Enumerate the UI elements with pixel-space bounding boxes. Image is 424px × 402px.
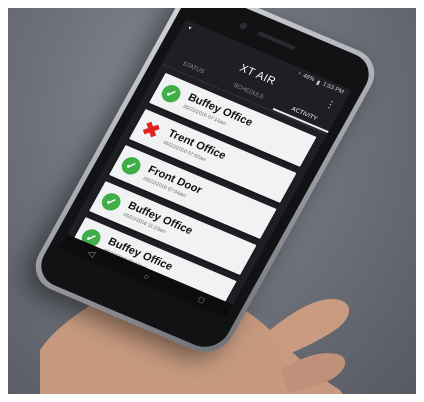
check-circle-icon: ✓	[118, 154, 144, 178]
photo-scene: ▾ ◔ 46% ▮ 1:53 PM XT AIR ⋮ STATUS SCHEDU…	[0, 0, 424, 402]
front-camera	[238, 21, 249, 31]
signal-icon: ▾	[186, 25, 193, 32]
wifi-icon: ◔	[295, 70, 302, 78]
check-circle-icon: ✓	[158, 82, 184, 106]
back-icon[interactable]: ◁	[85, 247, 97, 259]
denied-x-icon: ✖	[137, 117, 164, 144]
battery-icon: ▮	[315, 79, 322, 87]
overflow-menu-icon[interactable]: ⋮	[323, 98, 338, 112]
check-circle-icon: ✓	[98, 190, 124, 214]
recents-icon[interactable]: □	[197, 294, 207, 305]
home-icon[interactable]: ○	[142, 271, 152, 282]
speaker-grille	[257, 31, 297, 51]
